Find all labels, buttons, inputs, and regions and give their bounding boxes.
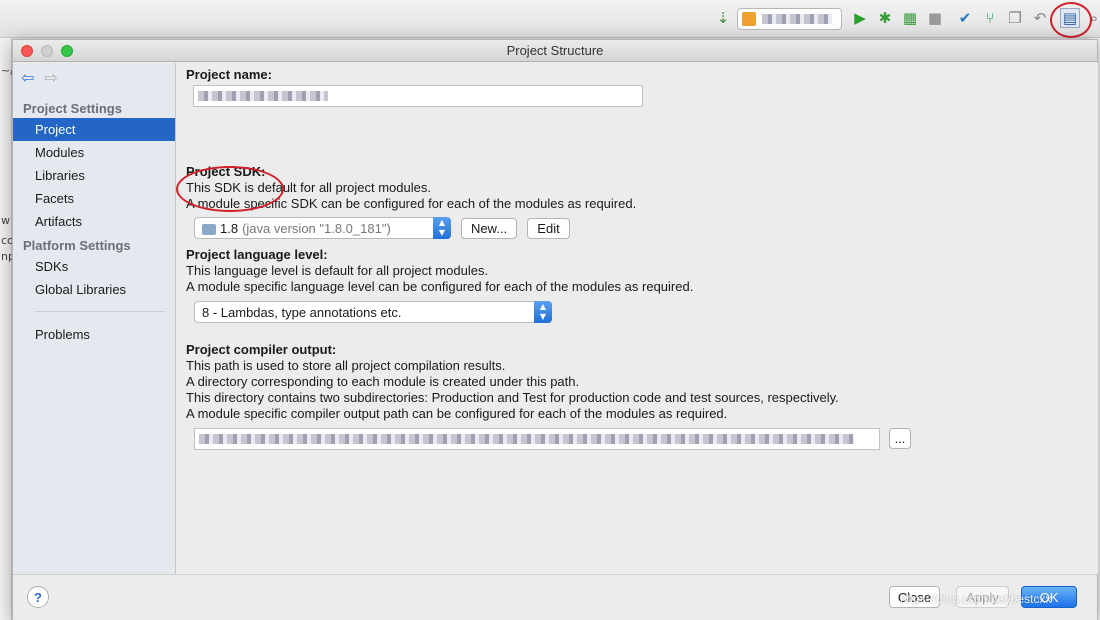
- sidebar-item-global-libraries[interactable]: Global Libraries: [13, 278, 175, 301]
- project-settings-header: Project Settings: [23, 101, 122, 116]
- forward-arrow-icon[interactable]: ⇨: [44, 68, 57, 87]
- vcs-branch-icon[interactable]: ⑂: [980, 8, 1000, 28]
- chevron-updown-icon: ▲ ▼: [433, 217, 451, 239]
- vcs-commit-icon[interactable]: ✔: [955, 8, 975, 28]
- project-name-input[interactable]: [193, 85, 643, 107]
- project-name-blurred: [198, 91, 328, 101]
- revert-icon[interactable]: ↶: [1030, 8, 1050, 28]
- language-level-label: Project language level:: [186, 247, 328, 262]
- compiler-output-label: Project compiler output:: [186, 342, 337, 357]
- vcs-update-icon[interactable]: ⇣: [713, 8, 733, 28]
- compiler-description-4: A module specific compiler output path c…: [186, 406, 728, 421]
- annotation-circle-toolbar: [1050, 2, 1092, 38]
- run-icon[interactable]: ▶: [850, 8, 870, 28]
- language-description-1: This language level is default for all p…: [186, 263, 489, 278]
- debug-icon[interactable]: ✱: [875, 8, 895, 28]
- window-minimize-button[interactable]: [41, 45, 53, 57]
- chevron-updown-icon: ▲ ▼: [534, 301, 552, 323]
- sidebar: ⇦ ⇨ Project Settings Project Modules Lib…: [13, 63, 176, 574]
- sidebar-item-modules[interactable]: Modules: [13, 141, 175, 164]
- ide-left-edge: ~/ w co np: [0, 38, 15, 620]
- back-arrow-icon[interactable]: ⇦: [21, 68, 34, 87]
- sdk-edit-button[interactable]: Edit: [527, 218, 570, 239]
- stop-icon[interactable]: ■: [925, 8, 945, 28]
- sidebar-separator: [35, 311, 165, 312]
- sdk-detail: (java version "1.8.0_181"): [242, 220, 391, 236]
- compiler-description-2: A directory corresponding to each module…: [186, 374, 580, 389]
- dialog-title: Project Structure: [506, 43, 604, 58]
- language-description-2: A module specific language level can be …: [186, 279, 694, 294]
- compiler-output-path-blurred: [199, 434, 854, 444]
- nav-arrows: ⇦ ⇨: [21, 68, 58, 87]
- sdk-select[interactable]: 1.8 (java version "1.8.0_181") ▲ ▼: [194, 217, 451, 239]
- sidebar-item-facets[interactable]: Facets: [13, 187, 175, 210]
- run-config-name-blurred: [762, 14, 832, 24]
- sdk-new-button[interactable]: New...: [461, 218, 517, 239]
- sidebar-item-libraries[interactable]: Libraries: [13, 164, 175, 187]
- window-maximize-button[interactable]: [61, 45, 73, 57]
- language-level-select[interactable]: 8 - Lambdas, type annotations etc. ▲ ▼: [194, 301, 552, 323]
- help-button[interactable]: ?: [27, 586, 49, 608]
- project-structure-dialog: Project Structure ⇦ ⇨ Project Settings P…: [12, 39, 1098, 620]
- window-close-button[interactable]: [21, 45, 33, 57]
- vcs-history-icon[interactable]: ❐: [1005, 8, 1025, 28]
- ide-toolbar: ⇣ ▶ ✱ ▦ ■ ✔ ⑂ ❐ ↶ ▤ ⌕: [0, 0, 1100, 38]
- project-name-label: Project name:: [186, 67, 272, 82]
- sidebar-item-project[interactable]: Project: [13, 118, 175, 141]
- run-configuration-selector[interactable]: [737, 8, 842, 30]
- compiler-description-1: This path is used to store all project c…: [186, 358, 506, 373]
- compiler-description-3: This directory contains two subdirectori…: [186, 390, 839, 405]
- compiler-output-input[interactable]: [194, 428, 880, 450]
- sidebar-item-sdks[interactable]: SDKs: [13, 255, 175, 278]
- coverage-icon[interactable]: ▦: [900, 8, 920, 28]
- sidebar-item-problems[interactable]: Problems: [13, 323, 175, 346]
- watermark: https://blog.csdn.net/bestcxx: [900, 592, 1052, 606]
- platform-settings-header: Platform Settings: [23, 238, 131, 253]
- project-settings-panel: Project name: Project SDK: This SDK is d…: [177, 63, 1098, 574]
- annotation-circle-sdk: [176, 166, 284, 212]
- dialog-titlebar: Project Structure: [13, 40, 1097, 62]
- browse-button[interactable]: ...: [889, 428, 911, 449]
- language-level-value: 8 - Lambdas, type annotations etc.: [202, 304, 402, 320]
- sidebar-item-artifacts[interactable]: Artifacts: [13, 210, 175, 233]
- folder-icon: [202, 223, 216, 235]
- sdk-version: 1.8: [220, 220, 239, 236]
- edge-text: w: [1, 214, 10, 227]
- run-config-icon: [742, 12, 756, 26]
